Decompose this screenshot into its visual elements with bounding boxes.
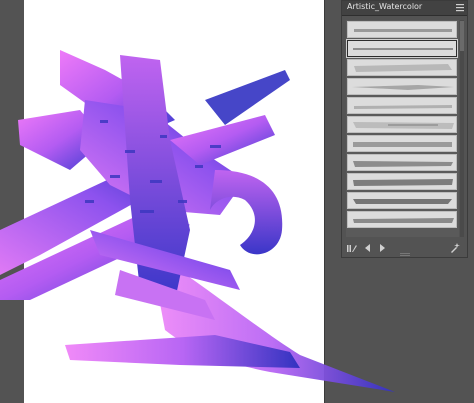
- panel-header[interactable]: Artistic_Watercolor: [342, 1, 467, 16]
- watercolor-brush-4[interactable]: [347, 78, 457, 95]
- brush-options-icon[interactable]: [450, 243, 460, 253]
- brush-library-panel: Artistic_Watercolor: [341, 0, 468, 258]
- watercolor-brush-3[interactable]: [347, 59, 457, 76]
- next-library-icon[interactable]: [377, 243, 387, 253]
- scrollbar-thumb[interactable]: [460, 21, 464, 51]
- panel-menu-icon[interactable]: [456, 3, 464, 12]
- watercolor-brush-8[interactable]: [347, 154, 457, 171]
- stroke-upper-right[interactable]: [205, 70, 290, 125]
- brush-list: [346, 20, 459, 237]
- watercolor-brush-9[interactable]: [347, 173, 457, 190]
- panel-title: Artistic_Watercolor: [347, 2, 423, 11]
- watercolor-brush-7[interactable]: [347, 135, 457, 152]
- previous-library-icon[interactable]: [363, 243, 373, 253]
- brush-libraries-menu-icon[interactable]: [347, 243, 357, 253]
- watercolor-brush-6[interactable]: [347, 116, 457, 133]
- scrollbar-track[interactable]: [460, 20, 464, 237]
- watercolor-brush-1[interactable]: [347, 21, 457, 38]
- panel-resize-grip[interactable]: [400, 253, 410, 256]
- watercolor-brush-5[interactable]: [347, 97, 457, 114]
- watercolor-brush-10[interactable]: [347, 192, 457, 209]
- watercolor-brush-11[interactable]: [347, 211, 457, 228]
- watercolor-brush-2[interactable]: [346, 39, 458, 58]
